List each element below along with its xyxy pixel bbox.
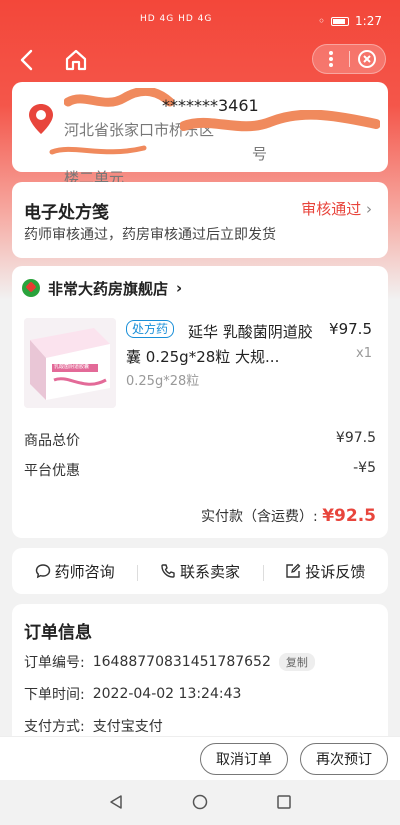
mini-program-capsule <box>312 44 386 74</box>
paid-label: 实付款（含运费）: <box>201 509 318 525</box>
prescription-status[interactable]: 审核通过 › <box>301 198 372 219</box>
back-arrow-icon[interactable] <box>14 46 42 74</box>
edit-icon <box>286 563 301 578</box>
status-bar: HD 4G HD 4G ◦ 1:27 <box>0 0 400 40</box>
order-card: 非常大药房旗舰店 › 乳酸菌阴道胶囊 处方药 延华 乳酸菌阴道胶囊 0.25g*… <box>12 266 388 538</box>
pharmacist-consult-label: 药师咨询 <box>54 562 115 581</box>
discount-value: -¥5 <box>353 460 376 476</box>
order-time-label: 下单时间: <box>24 687 85 703</box>
home-icon[interactable] <box>62 46 90 74</box>
battery-icon <box>331 16 350 26</box>
store-row[interactable]: 非常大药房旗舰店 › <box>22 276 182 300</box>
subtotal-label: 商品总价 <box>24 433 80 449</box>
address-card[interactable]: *******3461 河北省张家口市桥东区号 楼二单元 <box>12 82 388 187</box>
chevron-right-icon: › <box>366 200 372 218</box>
discount-row: 平台优惠 -¥5 <box>24 460 376 480</box>
prescription-status-label: 审核通过 <box>301 200 362 218</box>
redaction-scribble <box>180 110 380 132</box>
cancel-order-button[interactable]: 取消订单 <box>200 743 288 775</box>
actions-bar: 药师咨询 联系卖家 投诉反馈 <box>12 548 388 594</box>
subtotal-value: ¥97.5 <box>335 430 376 446</box>
clock: 1:27 <box>355 14 382 28</box>
chevron-right-icon: › <box>176 279 183 297</box>
address-line-end: 号 <box>252 145 268 163</box>
order-number: 1648877083145178765​2 <box>92 654 271 670</box>
prescription-card[interactable]: 电子处方笺 审核通过 › 药师审核通过，药房审核通过后立即发货 <box>12 182 388 258</box>
nav-bar <box>0 40 400 80</box>
payment-method-row: 支付方式: 支付宝支付 <box>24 716 163 736</box>
prescription-title: 电子处方笺 <box>24 203 109 223</box>
product-quantity: x1 <box>356 346 372 361</box>
order-time-row: 下单时间: 2022-04-02 13:24:43 <box>24 684 241 704</box>
product-price: ¥97.5 <box>329 320 372 338</box>
order-number-row: 订单编号: 1648877083145178765​2 复制 <box>24 652 315 672</box>
product-name[interactable]: 延华 乳酸菌阴道胶囊 0.25g*28粒 大规... <box>126 320 316 370</box>
subtotal-row: 商品总价 ¥97.5 <box>24 430 376 450</box>
paid-amount: ¥92.5 <box>322 506 376 526</box>
redaction-scribble <box>49 145 147 155</box>
product-image[interactable]: 乳酸菌阴道胶囊 <box>24 318 116 408</box>
more-icon[interactable] <box>313 44 349 74</box>
wifi-icon: ◦ <box>317 14 326 28</box>
order-info-card: 订单信息 订单编号: 1648877083145178765​2 复制 下单时间… <box>12 604 388 738</box>
location-pin-icon <box>29 104 53 134</box>
system-navigation-bar <box>0 780 400 825</box>
order-number-label: 订单编号: <box>24 655 85 671</box>
system-recents-icon[interactable] <box>276 794 292 810</box>
copy-button[interactable]: 复制 <box>278 653 315 671</box>
store-logo-icon <box>22 279 40 297</box>
redaction-scribble <box>64 88 174 107</box>
signal-indicator: HD 4G HD 4G <box>140 14 213 24</box>
phone-icon <box>161 564 175 578</box>
discount-label: 平台优惠 <box>24 463 80 479</box>
reorder-button[interactable]: 再次预订 <box>300 743 388 775</box>
complaint-feedback-label: 投诉反馈 <box>305 562 366 581</box>
prescription-description: 药师审核通过，药房审核通过后立即发货 <box>24 227 276 243</box>
paid-total-row: 实付款（含运费）: ¥92.5 <box>201 506 376 526</box>
order-time: 2022-04-02 13:24:43 <box>92 686 242 702</box>
product-image-text: 乳酸菌阴道胶囊 <box>54 364 90 370</box>
pharmacist-consult-button[interactable]: 药师咨询 <box>12 561 137 582</box>
order-info-title: 订单信息 <box>24 623 92 643</box>
chat-bubble-icon <box>35 564 50 579</box>
product-spec: 0.25g*28粒 <box>126 374 200 389</box>
contact-seller-button[interactable]: 联系卖家 <box>137 561 262 582</box>
close-circle-icon[interactable] <box>350 44 385 74</box>
system-back-icon[interactable] <box>108 794 124 810</box>
system-home-icon[interactable] <box>192 794 208 810</box>
payment-method-label: 支付方式: <box>24 719 85 735</box>
contact-seller-label: 联系卖家 <box>179 562 240 581</box>
bottom-action-bar: 取消订单 再次预订 <box>0 736 400 780</box>
store-name: 非常大药房旗舰店 <box>48 279 169 298</box>
payment-method: 支付宝支付 <box>92 719 163 735</box>
complaint-feedback-button[interactable]: 投诉反馈 <box>262 561 388 582</box>
